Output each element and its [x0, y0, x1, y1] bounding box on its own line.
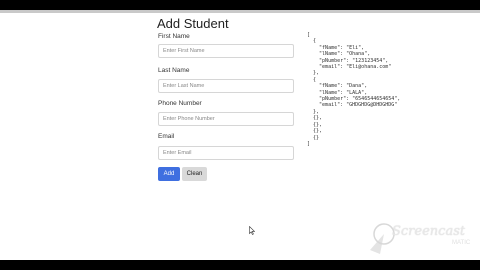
phone-number-label: Phone Number — [158, 100, 202, 107]
email-label: Email — [158, 133, 175, 140]
page-title: Add Student — [157, 16, 229, 31]
mouse-cursor-icon — [249, 226, 255, 235]
last-name-label: Last Name — [158, 67, 190, 74]
watermark-brand: Screencast — [392, 224, 466, 239]
first-name-label: First Name — [158, 33, 190, 40]
add-button[interactable]: Add — [158, 167, 180, 181]
clean-button[interactable]: Clean — [182, 167, 207, 181]
watermark-suffix: MATIC — [452, 240, 471, 246]
browser-top-border — [0, 10, 480, 13]
first-name-input[interactable]: Enter First Name — [158, 44, 294, 58]
json-output: [ { "fName": "Eli", "lName": "Ohana", "p… — [307, 32, 401, 147]
phone-number-input[interactable]: Enter Phone Number — [158, 112, 294, 126]
last-name-input[interactable]: Enter Last Name — [158, 79, 294, 93]
email-input[interactable]: Enter Email — [158, 146, 294, 160]
